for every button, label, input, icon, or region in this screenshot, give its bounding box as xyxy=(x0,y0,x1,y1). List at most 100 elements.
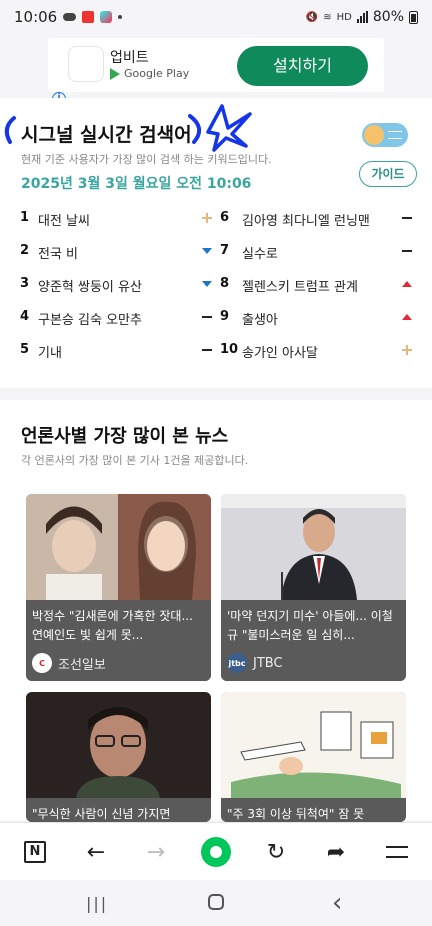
ranking-item[interactable]: 3 양준혁 쌍둥이 유산 xyxy=(20,276,216,309)
refresh-icon: ↻ xyxy=(266,839,286,865)
realtime-search-subtitle: 현재 기준 사용자가 가장 많이 검색 하는 키워드입니다. xyxy=(21,153,272,166)
more-notifications-dot-icon xyxy=(118,15,123,19)
news-caption: 박정수 "김새론에 가혹한 잣대... 연예인도 빛 쉽게 못... C 조선일… xyxy=(26,600,211,681)
toggle-knob xyxy=(364,125,384,145)
ranking-item[interactable]: 5 기내 xyxy=(20,342,216,375)
rank-keyword: 김아영 최다니엘 런닝맨 xyxy=(242,214,370,229)
menu-button[interactable] xyxy=(382,837,412,867)
trend-flat-icon xyxy=(402,213,412,223)
google-play-icon xyxy=(110,67,120,80)
chosun-logo-icon: C xyxy=(32,653,52,673)
wifi-icon: ≋ xyxy=(323,11,332,23)
refresh-button[interactable]: ↻ xyxy=(261,837,291,867)
news-caption: '마약 던지기 미수' 아들에... 이철규 "불미스러운 일 심히... jt… xyxy=(221,600,406,681)
ad-store-label: Google Play xyxy=(124,67,190,80)
trend-new-icon xyxy=(202,213,212,223)
rank-number: 10 xyxy=(220,342,239,357)
news-source: jtbc JTBC xyxy=(227,653,283,673)
news-tile[interactable]: "무식한 사람이 신념 가지면 xyxy=(26,692,211,822)
rank-keyword: 기내 xyxy=(38,346,62,361)
recent-apps-button[interactable]: ||| xyxy=(86,894,108,913)
rank-keyword: 실수로 xyxy=(242,247,278,262)
rank-keyword: 대전 날씨 xyxy=(38,214,90,229)
rank-keyword: 구본승 김숙 오만추 xyxy=(38,313,142,328)
ad-store: Google Play xyxy=(110,67,189,80)
ranking-item[interactable]: 1 대전 날씨 xyxy=(20,210,216,243)
upbit-app-icon xyxy=(68,46,104,82)
status-left: 10:06 xyxy=(14,8,123,26)
status-time: 10:06 xyxy=(14,8,58,26)
news-source-name: JTBC xyxy=(253,655,283,671)
ranking-list-right: 6 김아영 최다니엘 런닝맨 7 실수로 8 젤렌스키 트럼프 관계 9 출생아… xyxy=(220,210,416,375)
realtime-search-card: 시그널 실시간 검색어 현재 기준 사용자가 가장 많이 검색 하는 키워드입니… xyxy=(0,98,432,388)
trend-down-icon xyxy=(202,246,212,256)
rank-number: 7 xyxy=(220,243,230,258)
battery-icon xyxy=(409,10,418,24)
theme-toggle[interactable] xyxy=(362,123,408,147)
rank-number: 2 xyxy=(20,243,30,258)
back-button[interactable]: ← xyxy=(81,837,111,867)
news-thumbnail xyxy=(26,692,211,798)
naver-n-icon: N xyxy=(24,841,46,863)
ranking-item[interactable]: 4 구본승 김숙 오만추 xyxy=(20,309,216,342)
rank-number: 9 xyxy=(220,309,230,324)
news-caption: "주 3회 이상 뒤척여" 잠 못 xyxy=(221,798,406,822)
rank-number: 3 xyxy=(20,276,30,291)
hamburger-menu-icon xyxy=(386,846,408,858)
trend-flat-icon xyxy=(202,345,212,355)
trend-down-icon xyxy=(202,279,212,289)
news-section-title: 언론사별 가장 많이 본 뉴스 xyxy=(21,426,229,447)
battery-percent: 80% xyxy=(372,9,404,25)
ranking-list-left: 1 대전 날씨 2 전국 비 3 양준혁 쌍둥이 유산 4 구본승 김숙 오만추… xyxy=(20,210,216,375)
ranking-item[interactable]: 9 출생아 xyxy=(220,309,416,342)
rank-keyword: 양준혁 쌍둥이 유산 xyxy=(38,280,142,295)
ranking-item[interactable]: 2 전국 비 xyxy=(20,243,216,276)
rank-keyword: 전국 비 xyxy=(38,247,79,262)
rank-number: 6 xyxy=(220,210,230,225)
news-headline: '마약 던지기 미수' 아들에... 이철규 "불미스러운 일 심히... xyxy=(227,609,393,642)
news-headline: "무식한 사람이 신념 가지면 xyxy=(32,807,171,821)
ranking-item[interactable]: 8 젤렌스키 트럼프 관계 xyxy=(220,276,416,309)
green-dot-button[interactable] xyxy=(201,837,231,867)
rank-keyword: 출생아 xyxy=(242,313,278,328)
home-button[interactable] xyxy=(208,894,224,910)
ranking-item[interactable]: 7 실수로 xyxy=(220,243,416,276)
trend-new-icon xyxy=(402,345,412,355)
green-dot-icon xyxy=(201,837,231,867)
ranking-item[interactable]: 10 송가인 아사달 xyxy=(220,342,416,375)
news-tile[interactable]: "주 3회 이상 뒤척여" 잠 못 xyxy=(221,692,406,822)
rank-number: 8 xyxy=(220,276,230,291)
news-section-subtitle: 각 언론사의 가장 많이 본 기사 1건을 제공합니다. xyxy=(21,454,249,467)
rank-number: 4 xyxy=(20,309,30,324)
jtbc-logo-icon: jtbc xyxy=(227,653,247,673)
tiktok-icon xyxy=(100,11,113,23)
news-tile[interactable]: '마약 던지기 미수' 아들에... 이철규 "불미스러운 일 심히... jt… xyxy=(221,494,406,681)
ad-banner[interactable]: i ✕ 업비트 Google Play 설치하기 xyxy=(0,34,432,124)
news-source-name: 조선일보 xyxy=(58,657,106,673)
news-caption: "무식한 사람이 신념 가지면 xyxy=(26,798,211,822)
most-viewed-news-card: 언론사별 가장 많이 본 뉴스 각 언론사의 가장 많이 본 기사 1건을 제공… xyxy=(0,400,432,822)
rank-number: 5 xyxy=(20,342,30,357)
toggle-lines-icon xyxy=(388,131,402,139)
naver-home-button[interactable]: N xyxy=(20,837,50,867)
rank-keyword: 송가인 아사달 xyxy=(242,346,318,361)
trend-up-icon xyxy=(402,312,412,322)
install-button[interactable]: 설치하기 xyxy=(237,46,368,86)
back-arrow-icon: ← xyxy=(86,839,106,865)
forward-arrow-icon: → xyxy=(146,839,166,865)
cloud-icon xyxy=(63,13,77,21)
ranking-item[interactable]: 6 김아영 최다니엘 런닝맨 xyxy=(220,210,416,243)
news-thumbnail xyxy=(26,494,211,600)
news-source: C 조선일보 xyxy=(32,653,106,673)
forward-button[interactable]: → xyxy=(141,837,171,867)
share-icon: ➦ xyxy=(326,839,346,865)
system-nav-bar: ||| ‹ xyxy=(0,880,432,926)
guide-button[interactable]: 가이드 xyxy=(359,161,417,187)
rank-number: 1 xyxy=(20,210,30,225)
trend-flat-icon xyxy=(202,312,212,322)
share-button[interactable]: ➦ xyxy=(321,837,351,867)
browser-toolbar: N ← → ↻ ➦ xyxy=(0,822,432,880)
news-tile[interactable]: 박정수 "김새론에 가혹한 잣대... 연예인도 빛 쉽게 못... C 조선일… xyxy=(26,494,211,681)
news-headline: "주 3회 이상 뒤척여" 잠 못 xyxy=(227,807,365,821)
system-back-button[interactable]: ‹ xyxy=(332,888,342,918)
